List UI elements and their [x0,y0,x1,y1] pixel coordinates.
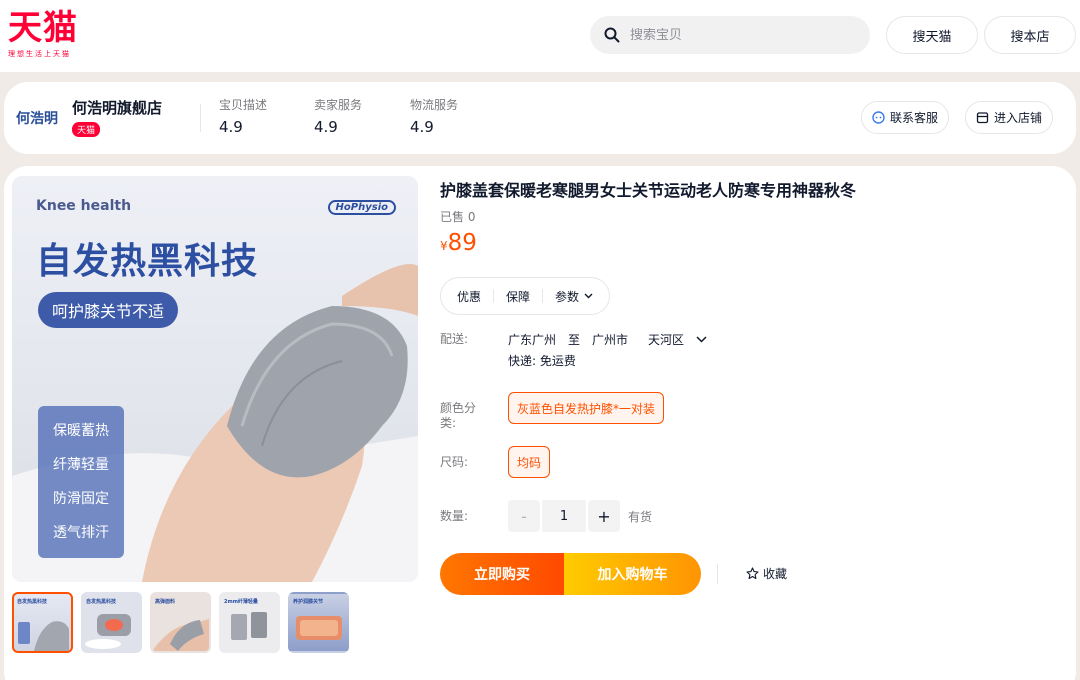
rating-logistics: 物流服务 4.9 [410,96,458,136]
color-label: 颜色分类: [440,401,477,430]
tab-divider [542,289,544,303]
delivery-label: 配送: [440,332,469,346]
enter-store-button[interactable]: 进入店铺 [965,101,1054,134]
divider [717,564,718,584]
quantity-decrease-button[interactable]: - [508,500,540,532]
product-title: 护膝盖套保暖老寒腿男女士关节运动老人防寒专用神器秋冬 [440,181,857,200]
rating-value: 4.9 [219,118,243,136]
delivery-fee: 快递: 免运费 [508,354,576,368]
thumbnail-2[interactable]: 自发热黑科技 [81,592,142,653]
logo-text: 天猫 [8,8,78,48]
currency-symbol: ¥ [440,239,448,253]
favorite-button[interactable]: 收藏 [746,565,787,582]
thumbnail-strip: 自发热黑科技 自发热黑科技 高弹面料 2mm纤薄轻量 养护润膝关节 [12,592,349,653]
thumbnail-image [231,612,267,640]
delivery-from: 广东广州 [508,333,557,347]
main-product-image[interactable]: Knee health HoPhysio 自发热黑科技 呵护膝关节不适 保暖蓄热… [12,176,418,582]
rating-service: 卖家服务 4.9 [314,96,362,136]
rating-label: 宝贝描述 [219,98,268,112]
rating-label: 卖家服务 [314,98,363,112]
tab-divider [493,289,495,303]
chevron-down-icon [584,293,593,299]
store-icon [976,112,989,124]
tab-discount[interactable]: 优惠 [457,288,481,305]
quantity-input[interactable] [542,500,586,532]
feature-item: 防滑固定 [53,491,109,507]
thumbnail-image [18,621,69,651]
sold-count: 已售 0 [440,210,476,224]
feature-item: 保暖蓄热 [53,423,109,439]
tmall-badge: 天猫 [72,122,101,137]
logo-slogan: 理想生活上天猫 [8,50,71,58]
stock-status: 有货 [628,509,653,524]
quantity-label: 数量: [440,509,469,523]
rating-value: 4.9 [410,118,434,136]
thumbnail-image [296,616,342,640]
add-to-cart-button[interactable]: 加入购物车 [564,553,701,595]
search-icon [604,27,620,43]
size-option[interactable]: 均码 [508,446,551,478]
contact-service-label: 联系客服 [890,111,939,125]
rating-description: 宝贝描述 4.9 [219,96,267,136]
thumbnail-5[interactable]: 养护润膝关节 [288,592,349,653]
thumbnail-4[interactable]: 2mm纤薄轻量 [219,592,280,653]
favorite-label: 收藏 [763,567,788,581]
tab-params-label: 参数 [555,289,580,304]
feature-item: 纤薄轻量 [53,457,109,473]
price: ¥89 [440,230,477,256]
enter-store-label: 进入店铺 [994,111,1043,125]
top-bar: 天猫 理想生活上天猫 搜天猫 搜本店 [0,0,1080,72]
tab-guarantee[interactable]: 保障 [506,288,530,305]
search-tmall-button[interactable]: 搜天猫 [886,16,978,54]
delivery-route[interactable]: 广东广州 至 广州市 天河区 [508,331,707,348]
size-label: 尺码: [440,455,469,469]
buy-now-button[interactable]: 立即购买 [440,553,564,595]
tab-params[interactable]: 参数 [555,288,593,305]
feature-list: 保暖蓄热 纤薄轻量 防滑固定 透气排汗 [38,406,124,558]
color-option[interactable]: 灰蓝色自发热护膝*一对装 [508,392,665,424]
product-card: Knee health HoPhysio 自发热黑科技 呵护膝关节不适 保暖蓄热… [4,166,1076,680]
quantity-stepper: - + 有货 [508,500,652,532]
shop-name[interactable]: 何浩明旗舰店 [72,97,162,118]
purchase-buttons: 立即购买 加入购物车 [440,553,701,595]
delivery-city: 广州市 [592,333,629,347]
info-tabs: 优惠 保障 参数 [440,277,611,315]
price-value: 89 [447,230,477,256]
search-store-button[interactable]: 搜本店 [984,16,1076,54]
thumbnail-3[interactable]: 高弹面料 [150,592,211,653]
thumbnail-1[interactable]: 自发热黑科技 [12,592,73,653]
chevron-down-icon [696,336,707,343]
search-box [590,16,870,54]
feature-item: 透气排汗 [53,525,109,541]
rating-label: 物流服务 [410,98,459,112]
star-icon [746,567,759,580]
shop-logo[interactable]: 何浩明 [16,108,58,128]
search-input[interactable] [630,27,850,43]
quantity-increase-button[interactable]: + [588,500,620,532]
delivery-to-word: 至 [568,333,581,347]
shop-bar: 何浩明 何浩明旗舰店 天猫 宝贝描述 4.9 卖家服务 4.9 物流服务 4.9… [4,82,1076,154]
contact-service-button[interactable]: 联系客服 [861,101,950,134]
tmall-logo[interactable]: 天猫 理想生活上天猫 [8,8,78,59]
delivery-district: 天河区 [648,333,685,347]
rating-value: 4.9 [314,118,338,136]
chat-icon [872,111,885,124]
divider [200,104,201,132]
thumbnail-image [152,619,209,651]
thumbnail-image [85,614,131,649]
